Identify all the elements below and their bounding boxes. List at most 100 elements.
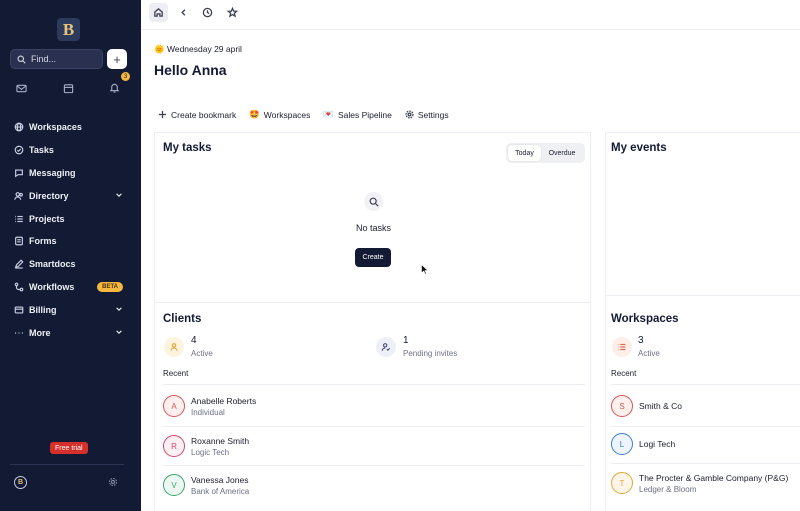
list-icon: [15, 215, 23, 222]
add-button[interactable]: +: [107, 49, 127, 69]
history-button[interactable]: [198, 3, 217, 22]
shortcut-settings[interactable]: Settings: [405, 109, 449, 120]
chevron-down-icon: [116, 330, 122, 335]
tab-today[interactable]: Today: [508, 145, 541, 161]
favorites-button[interactable]: [223, 3, 242, 22]
clock-icon: [202, 7, 213, 18]
sun-emoji: 🌞: [154, 44, 165, 54]
love-letter-emoji: 💌: [323, 109, 334, 119]
list-icon: [618, 343, 626, 351]
user-check-icon: [381, 343, 391, 352]
app-logo[interactable]: B: [57, 18, 80, 41]
pending-invites-count: 1: [403, 335, 409, 346]
sidebar-item-more[interactable]: More: [0, 321, 141, 344]
divider: [611, 384, 800, 385]
user-avatar[interactable]: B: [14, 476, 27, 489]
divider: [605, 132, 606, 511]
workspace-avatar: T: [611, 472, 633, 494]
active-clients-label: Active: [191, 349, 213, 358]
sidebar-nav: Workspaces Tasks Messaging Directory Pro…: [0, 116, 141, 344]
chat-icon: [15, 169, 23, 178]
page-title: Hello Anna: [154, 62, 227, 78]
chevron-down-icon: [116, 307, 122, 312]
sidebar-item-projects[interactable]: Projects: [0, 207, 141, 230]
active-clients-count: 4: [191, 335, 197, 346]
tasks-filter-tabs: Today Overdue: [506, 143, 585, 163]
workspace-row[interactable]: L Logi Tech: [611, 425, 800, 463]
globe-icon: [14, 123, 24, 132]
shortcut-sales-pipeline[interactable]: 💌 Sales Pipeline: [323, 109, 391, 120]
sidebar-item-smartdocs[interactable]: Smartdocs: [0, 253, 141, 276]
active-workspaces-icon-wrap: [612, 337, 632, 357]
divider: [605, 295, 800, 296]
sidebar-divider: [10, 464, 124, 465]
create-bookmark-button[interactable]: Create bookmark: [158, 109, 236, 120]
top-bar: [141, 0, 800, 30]
dots-icon: [15, 331, 23, 334]
workspace-avatar: S: [611, 395, 633, 417]
sidebar-item-directory[interactable]: Directory: [0, 184, 141, 207]
active-clients-icon-wrap: [164, 337, 184, 357]
chevron-left-icon: [181, 9, 186, 16]
gear-icon: [405, 110, 414, 119]
tasks-title: My tasks: [163, 142, 212, 154]
clients-title: Clients: [163, 313, 202, 325]
divider: [154, 132, 590, 133]
pending-invites-icon-wrap: [376, 337, 396, 357]
client-avatar: V: [163, 474, 185, 496]
sidebar-item-forms[interactable]: Forms: [0, 230, 141, 253]
workspaces-title: Workspaces: [611, 313, 679, 325]
mail-icon[interactable]: [16, 83, 27, 94]
star-icon: [227, 7, 238, 18]
workflow-icon: [14, 282, 24, 292]
search-icon: [369, 197, 379, 207]
client-avatar: R: [163, 435, 185, 457]
card-icon: [14, 306, 24, 314]
sidebar-item-billing[interactable]: Billing: [0, 298, 141, 321]
check-circle-icon: [14, 145, 24, 155]
workspace-avatar: L: [611, 433, 633, 455]
mouse-cursor-icon: [421, 264, 429, 275]
sidebar-item-tasks[interactable]: Tasks: [0, 139, 141, 162]
client-avatar: A: [163, 395, 185, 417]
events-title: My events: [611, 142, 667, 154]
divider: [590, 132, 591, 511]
beta-badge: BETA: [97, 281, 123, 292]
client-row[interactable]: V Vanessa Jones Bank of America: [163, 466, 585, 504]
user-icon: [170, 343, 178, 351]
client-row[interactable]: A Anabelle Roberts Individual: [163, 387, 585, 425]
sidebar-item-workflows[interactable]: Workflows BETA: [0, 276, 141, 299]
workspace-row[interactable]: S Smith & Co: [611, 387, 800, 425]
calendar-icon[interactable]: [63, 83, 74, 94]
plus-icon: +: [113, 51, 121, 67]
quick-icons: [16, 82, 128, 96]
bell-icon[interactable]: [109, 82, 120, 93]
tab-overdue[interactable]: Overdue: [541, 145, 583, 161]
active-workspaces-label: Active: [638, 349, 660, 358]
chevron-down-icon: [116, 193, 122, 198]
sidebar-item-messaging[interactable]: Messaging: [0, 162, 141, 185]
pen-icon: [14, 259, 24, 269]
search-placeholder: Find...: [31, 54, 57, 64]
no-tasks-text: No tasks: [355, 223, 391, 233]
shortcuts-bar: Create bookmark 🤩 Workspaces 💌 Sales Pip…: [158, 109, 449, 120]
search-icon: [17, 55, 26, 64]
home-button[interactable]: [149, 3, 168, 22]
free-trial-badge[interactable]: Free trial: [50, 442, 88, 454]
create-task-button[interactable]: Create: [355, 248, 391, 267]
divider: [154, 132, 155, 511]
shortcut-workspaces[interactable]: 🤩 Workspaces: [249, 109, 310, 120]
divider: [154, 302, 590, 303]
star-eyes-emoji: 🤩: [249, 109, 260, 119]
workspace-row[interactable]: T The Procter & Gamble Company (P&G) Ledg…: [611, 464, 800, 502]
search-input[interactable]: Find...: [10, 49, 103, 69]
settings-gear-icon[interactable]: [108, 477, 118, 487]
client-row[interactable]: R Roxanne Smith Logic Tech: [163, 427, 585, 465]
sidebar: B Find... + 3 Workspaces Tasks Messaging…: [0, 0, 141, 511]
back-button[interactable]: [174, 3, 193, 22]
plus-icon: [158, 110, 167, 119]
notification-badge: 3: [121, 72, 130, 81]
active-workspaces-count: 3: [638, 335, 644, 346]
sidebar-item-workspaces[interactable]: Workspaces: [0, 116, 141, 139]
home-icon: [154, 7, 163, 17]
